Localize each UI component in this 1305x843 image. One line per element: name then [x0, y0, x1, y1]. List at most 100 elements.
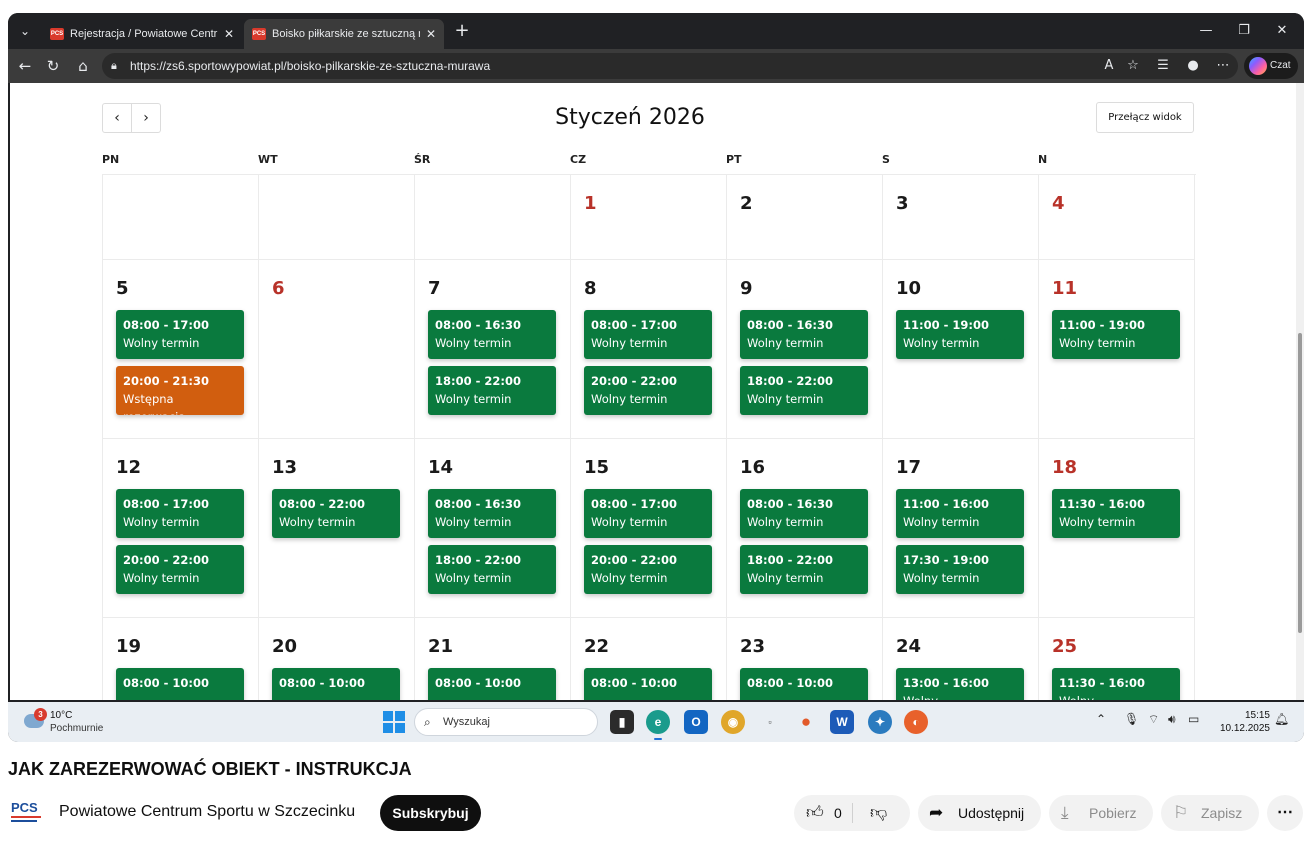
- free-time-slot[interactable]: 20:00 - 22:00 Wolny termin: [584, 545, 712, 594]
- new-tab-plus-icon[interactable]: +: [450, 19, 474, 43]
- battery-icon[interactable]: ▭: [1188, 712, 1199, 726]
- free-time-slot[interactable]: 08:00 - 17:00 Wolny termin: [116, 489, 244, 538]
- edge-browser-icon[interactable]: e: [646, 710, 670, 740]
- calendar-day-cell[interactable]: 14 08:00 - 16:30 Wolny termin 18:00 - 22:0…: [415, 439, 571, 618]
- calendar-day-cell[interactable]: 2: [727, 175, 883, 260]
- free-time-slot[interactable]: 08:00 - 16:30 Wolny termin: [740, 489, 868, 538]
- favorites-list-icon[interactable]: ☰: [1152, 54, 1174, 78]
- scrollbar-thumb[interactable]: [1298, 333, 1302, 633]
- channel-avatar[interactable]: PCS: [11, 798, 43, 826]
- calendar-day-cell[interactable]: 19 08:00 - 10:00: [103, 618, 259, 700]
- share-button[interactable]: ➦ Udostępnij: [918, 795, 1041, 831]
- calendar-day-cell[interactable]: 21 08:00 - 10:00: [415, 618, 571, 700]
- thumbs-down-icon[interactable]: 👎︎: [870, 795, 887, 831]
- free-time-slot[interactable]: 08:00 - 17:00 Wolny termin: [584, 489, 712, 538]
- close-window-icon[interactable]: ✕: [1264, 19, 1300, 43]
- address-bar[interactable]: 🔒︎ https://zs6.sportowypowiat.pl/boisko-…: [102, 53, 1238, 79]
- thumbs-up-icon[interactable]: 👍︎: [806, 795, 824, 831]
- calendar-day-cell[interactable]: 13 08:00 - 22:00 Wolny termin: [259, 439, 415, 618]
- free-time-slot[interactable]: 18:00 - 22:00 Wolny termin: [740, 545, 868, 594]
- read-aloud-icon[interactable]: A: [1098, 54, 1120, 78]
- calendar-day-cell[interactable]: 12 08:00 - 17:00 Wolny termin 20:00 - 22:0…: [103, 439, 259, 618]
- subscribe-button[interactable]: Subskrybuj: [380, 795, 481, 831]
- like-count[interactable]: 0: [834, 795, 842, 831]
- pending-reservation-slot[interactable]: 20:00 - 21:30 Wstępna rezerwacja: [116, 366, 244, 415]
- browser-tab-registration[interactable]: PCS Rejestracja / Powiatowe Centrum S ✕: [42, 19, 242, 49]
- calendar-day-cell[interactable]: 9 08:00 - 16:30 Wolny termin 18:00 - 22:00…: [727, 260, 883, 439]
- video-frame[interactable]: ⌄ PCS Rejestracja / Powiatowe Centrum S …: [8, 13, 1304, 742]
- copilot-chat-button[interactable]: Czat: [1244, 53, 1298, 79]
- next-month-button[interactable]: ›: [131, 103, 161, 133]
- free-time-slot[interactable]: 11:00 - 19:00 Wolny termin: [1052, 310, 1180, 359]
- free-time-slot[interactable]: 08:00 - 16:30 Wolny termin: [428, 489, 556, 538]
- calendar-day-cell[interactable]: 25 11:30 - 16:00 Wolny: [1039, 618, 1195, 700]
- tab-actions-chevron-icon[interactable]: ⌄: [12, 19, 38, 43]
- app-icon[interactable]: ▫: [758, 710, 782, 734]
- chrome-icon[interactable]: ◉: [721, 710, 745, 734]
- maps-pin-icon[interactable]: ●: [794, 710, 818, 734]
- free-time-slot[interactable]: 08:00 - 10:00: [272, 668, 400, 700]
- calendar-day-cell[interactable]: [103, 175, 259, 260]
- free-time-slot[interactable]: 17:30 - 19:00 Wolny termin: [896, 545, 1024, 594]
- calendar-day-cell[interactable]: 16 08:00 - 16:30 Wolny termin 18:00 - 22:0…: [727, 439, 883, 618]
- weather-widget[interactable]: 3 10°C Pochmurnie: [22, 708, 142, 736]
- show-hidden-icons-chevron-icon[interactable]: ⌃: [1096, 712, 1106, 726]
- word-icon[interactable]: W: [830, 710, 854, 734]
- settings-app-icon[interactable]: ✦: [868, 710, 892, 734]
- free-time-slot[interactable]: 18:00 - 22:00 Wolny termin: [428, 545, 556, 594]
- notifications-bell-icon[interactable]: 🔔︎: [1274, 712, 1289, 726]
- wifi-icon[interactable]: ⌔: [1148, 712, 1159, 727]
- task-view-icon[interactable]: ▮: [610, 710, 634, 734]
- calendar-day-cell[interactable]: 24 13:00 - 16:00 Wolny: [883, 618, 1039, 700]
- calendar-day-cell[interactable]: 23 08:00 - 10:00: [727, 618, 883, 700]
- restore-window-icon[interactable]: ❐: [1226, 19, 1262, 43]
- calendar-day-cell[interactable]: 15 08:00 - 17:00 Wolny termin 20:00 - 22:0…: [571, 439, 727, 618]
- calendar-day-cell[interactable]: [415, 175, 571, 260]
- outlook-icon[interactable]: O: [684, 710, 708, 734]
- free-time-slot[interactable]: 08:00 - 22:00 Wolny termin: [272, 489, 400, 538]
- taskbar-search[interactable]: ⌕ Wyszukaj: [414, 708, 598, 736]
- start-windows-icon[interactable]: [382, 710, 406, 734]
- profile-avatar-icon[interactable]: ●: [1182, 54, 1204, 78]
- close-tab-icon[interactable]: ✕: [224, 19, 234, 49]
- page-scrollbar[interactable]: [1296, 83, 1304, 700]
- calendar-day-cell[interactable]: 18 11:30 - 16:00 Wolny termin: [1039, 439, 1195, 618]
- toggle-view-button[interactable]: Przełącz widok: [1096, 102, 1194, 133]
- more-options-icon[interactable]: ⋯: [1212, 54, 1234, 78]
- previous-month-button[interactable]: ‹: [102, 103, 132, 133]
- calendar-day-cell[interactable]: 4: [1039, 175, 1195, 260]
- calendar-day-cell[interactable]: 7 08:00 - 16:30 Wolny termin 18:00 - 22:00…: [415, 260, 571, 439]
- volume-icon[interactable]: 🔊︎: [1168, 712, 1176, 727]
- calendar-day-cell[interactable]: 1: [571, 175, 727, 260]
- close-tab-icon[interactable]: ✕: [426, 19, 436, 49]
- calendar-day-cell[interactable]: 11 11:00 - 19:00 Wolny termin: [1039, 260, 1195, 439]
- calendar-day-cell[interactable]: 6: [259, 260, 415, 439]
- calendar-day-cell[interactable]: 8 08:00 - 17:00 Wolny termin 20:00 - 22:00…: [571, 260, 727, 439]
- channel-name[interactable]: Powiatowe Centrum Sportu w Szczecinku: [59, 803, 355, 821]
- free-time-slot[interactable]: 08:00 - 17:00 Wolny termin: [116, 310, 244, 359]
- browser-tab-football-pitch[interactable]: PCS Boisko piłkarskie ze sztuczną mura ✕: [244, 19, 444, 49]
- save-button[interactable]: ⚐ Zapisz: [1161, 795, 1259, 831]
- calendar-day-cell[interactable]: 10 11:00 - 19:00 Wolny termin: [883, 260, 1039, 439]
- download-button[interactable]: ⤓ Pobierz: [1049, 795, 1153, 831]
- free-time-slot[interactable]: 11:30 - 16:00 Wolny termin: [1052, 489, 1180, 538]
- free-time-slot[interactable]: 08:00 - 10:00: [116, 668, 244, 700]
- free-time-slot[interactable]: 20:00 - 22:00 Wolny termin: [584, 366, 712, 415]
- calendar-day-cell[interactable]: 22 08:00 - 10:00: [571, 618, 727, 700]
- firefox-icon[interactable]: ◐: [904, 710, 928, 734]
- free-time-slot[interactable]: 18:00 - 22:00 Wolny termin: [740, 366, 868, 415]
- calendar-day-cell[interactable]: [259, 175, 415, 260]
- calendar-day-cell[interactable]: 17 11:00 - 16:00 Wolny termin 17:30 - 19:0…: [883, 439, 1039, 618]
- free-time-slot[interactable]: 18:00 - 22:00 Wolny termin: [428, 366, 556, 415]
- free-time-slot[interactable]: 08:00 - 10:00: [740, 668, 868, 700]
- free-time-slot[interactable]: 11:00 - 19:00 Wolny termin: [896, 310, 1024, 359]
- calendar-day-cell[interactable]: 5 08:00 - 17:00 Wolny termin 20:00 - 21:30…: [103, 260, 259, 439]
- microphone-icon[interactable]: 🎙︎: [1124, 712, 1139, 726]
- refresh-icon[interactable]: ↻: [40, 54, 66, 78]
- more-actions-icon[interactable]: ⋯: [1267, 795, 1303, 831]
- favorite-star-icon[interactable]: ☆: [1122, 54, 1144, 78]
- free-time-slot[interactable]: 08:00 - 17:00 Wolny termin: [584, 310, 712, 359]
- home-icon[interactable]: ⌂: [70, 54, 96, 78]
- free-time-slot[interactable]: 20:00 - 22:00 Wolny termin: [116, 545, 244, 594]
- minimize-window-icon[interactable]: —: [1188, 19, 1224, 43]
